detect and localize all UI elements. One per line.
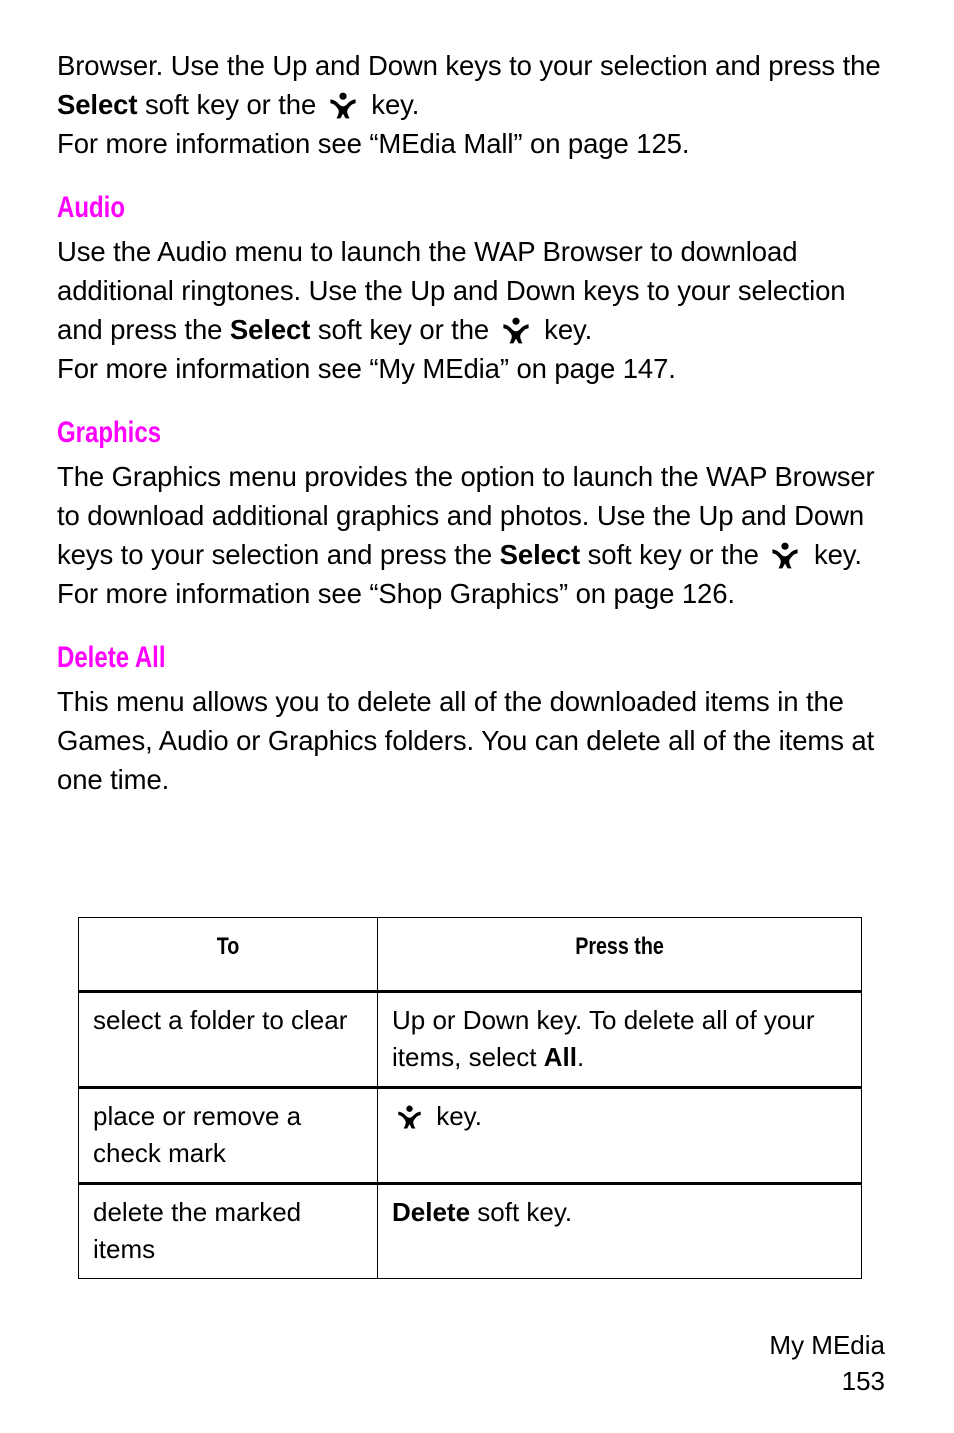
row2-press-b: soft key.	[470, 1197, 573, 1227]
graphics-text-c: key.	[806, 539, 862, 570]
section-heading-wrap-graphics: Graphics	[57, 416, 887, 450]
section-body-audio: Use the Audio menu to launch the WAP Bro…	[57, 232, 887, 349]
section-heading-graphics: Graphics	[57, 416, 162, 449]
audio-text-b: soft key or the	[310, 314, 497, 345]
section-heading-delete-all: Delete All	[57, 641, 166, 674]
footer-page-number: 153	[841, 1366, 885, 1396]
table-cell-to: select a folder to clear	[78, 991, 378, 1089]
row0-press-a: Up or Down key. To delete all of your it…	[392, 1005, 815, 1072]
person-key-icon	[501, 317, 531, 344]
row2-press-bold: Delete	[392, 1197, 471, 1227]
intro-paragraph: Browser. Use the Up and Down keys to you…	[57, 46, 887, 124]
key-action-table-wrap: To Press the select a folder to clear Up…	[78, 917, 862, 1279]
table-header-cell-to: To	[78, 917, 378, 993]
person-key-icon	[328, 92, 358, 119]
graphics-reference: For more information see “Shop Graphics”…	[57, 578, 735, 609]
table-header-press-the: Press the	[575, 933, 664, 960]
page-footer: My MEdia 153	[769, 1327, 885, 1399]
table-cell-press: Up or Down key. To delete all of your it…	[377, 991, 862, 1089]
table-cell-to: delete the marked items	[78, 1183, 378, 1279]
intro-text-a: Browser. Use the Up and Down keys to you…	[57, 50, 881, 81]
audio-select-bold: Select	[229, 314, 311, 345]
intro-text-b: soft key or the	[137, 89, 324, 120]
person-key-icon	[396, 1105, 423, 1129]
graphics-text-b: soft key or the	[580, 539, 767, 570]
intro-select-bold: Select	[57, 89, 138, 120]
table-cell-to: place or remove a check mark	[78, 1087, 378, 1185]
table-cell-press: Delete soft key.	[377, 1183, 862, 1279]
footer-section-title: My MEdia	[769, 1330, 885, 1360]
row0-press-bold: All	[543, 1042, 577, 1072]
audio-text-c: key.	[536, 314, 593, 345]
key-action-table: To Press the select a folder to clear Up…	[78, 917, 862, 1279]
graphics-select-bold: Select	[499, 539, 581, 570]
table-cell-to-text: select a folder to clear	[93, 1005, 348, 1035]
table-cell-to-text: place or remove a check mark	[93, 1101, 302, 1168]
document-page: Browser. Use the Up and Down keys to you…	[0, 0, 954, 1433]
section-heading-wrap-delete-all: Delete All	[57, 641, 887, 675]
intro-text-c: key.	[363, 89, 420, 120]
table-cell-press-text: key.	[378, 1089, 861, 1145]
section-body-delete-all: This menu allows you to delete all of th…	[57, 686, 875, 795]
section-body-graphics: The Graphics menu provides the option to…	[57, 457, 887, 574]
table-header-row: To Press the	[78, 917, 862, 993]
page-content: Browser. Use the Up and Down keys to you…	[57, 46, 887, 799]
table-row: select a folder to clear Up or Down key.…	[78, 991, 862, 1089]
row0-press-b: .	[576, 1042, 585, 1072]
table-header-cell-press-the: Press the	[377, 917, 862, 993]
intro-reference: For more information see “MEdia Mall” on…	[57, 128, 690, 159]
person-key-icon	[770, 542, 800, 569]
table-cell-press-text: Up or Down key. To delete all of your it…	[378, 993, 861, 1086]
row1-press-b: key.	[429, 1101, 482, 1131]
table-row: delete the marked items Delete soft key.	[78, 1183, 862, 1279]
table-header-to: To	[216, 933, 240, 960]
section-heading-wrap-audio: Audio	[57, 191, 887, 225]
table-row: place or remove a check mark key.	[78, 1087, 862, 1185]
section-heading-audio: Audio	[57, 191, 125, 224]
audio-reference: For more information see “My MEdia” on p…	[57, 353, 676, 384]
table-cell-to-text: delete the marked items	[93, 1197, 302, 1264]
table-cell-press-text: Delete soft key.	[378, 1185, 861, 1241]
table-cell-press: key.	[377, 1087, 862, 1185]
